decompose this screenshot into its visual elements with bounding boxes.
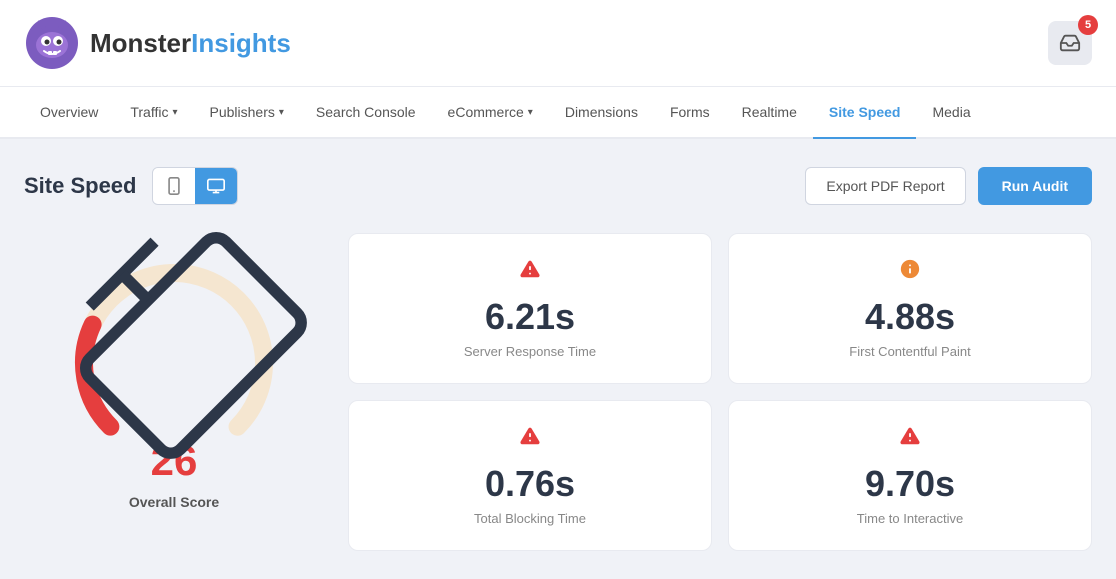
warning-icon [519,258,541,286]
info-icon [899,258,921,286]
nav-item-forms[interactable]: Forms [654,87,726,139]
nav-item-ecommerce[interactable]: eCommerce ▾ [432,87,549,139]
logo-area: MonsterInsights [24,15,291,71]
nav-item-search-console[interactable]: Search Console [300,87,432,139]
logo-monster: Monster [90,28,191,58]
metrics-grid: 6.21s Server Response Time 4.88s First C… [348,233,1092,551]
logo-icon [24,15,80,71]
header-actions: Export PDF Report Run Audit [805,167,1092,205]
chevron-down-icon: ▾ [528,107,533,118]
score-label: Overall Score [129,494,219,510]
nav-item-site-speed[interactable]: Site Speed [813,87,917,139]
nav-item-dimensions[interactable]: Dimensions [549,87,654,139]
total-blocking-time-label: Total Blocking Time [474,511,586,526]
page-title: Site Speed [24,173,136,199]
header-right: 5 [1048,21,1092,65]
server-response-time-value: 6.21s [485,296,575,338]
warning-icon [519,425,541,453]
notification-button[interactable]: 5 [1048,21,1092,65]
main-content: Site Speed [0,139,1116,579]
desktop-icon [207,178,225,194]
metric-card-server-response: 6.21s Server Response Time [348,233,712,384]
nav-item-realtime[interactable]: Realtime [726,87,813,139]
nav-item-media[interactable]: Media [916,87,986,139]
time-to-interactive-value: 9.70s [865,463,955,505]
content-area: 26 Overall Score 6.21s Server Response T… [24,233,1092,551]
total-blocking-time-value: 0.76s [485,463,575,505]
time-to-interactive-label: Time to Interactive [857,511,963,526]
nav-item-traffic[interactable]: Traffic ▾ [114,87,193,139]
export-pdf-button[interactable]: Export PDF Report [805,167,965,205]
monitor-icon [18,170,329,481]
metric-card-total-blocking-time: 0.76s Total Blocking Time [348,400,712,551]
notification-badge: 5 [1078,15,1098,35]
nav-item-publishers[interactable]: Publishers ▾ [194,87,300,139]
nav-item-overview[interactable]: Overview [24,87,114,139]
logo-insights: Insights [191,28,291,58]
chevron-down-icon: ▾ [172,107,177,118]
metric-card-time-to-interactive: 9.70s Time to Interactive [728,400,1092,551]
run-audit-button[interactable]: Run Audit [978,167,1092,205]
page-title-area: Site Speed [24,167,238,205]
header: MonsterInsights 5 [0,0,1116,87]
first-contentful-paint-value: 4.88s [865,296,955,338]
metric-card-first-contentful-paint: 4.88s First Contentful Paint [728,233,1092,384]
logo-text: MonsterInsights [90,28,291,59]
first-contentful-paint-label: First Contentful Paint [849,344,970,359]
score-circle: 26 Overall Score [64,253,284,473]
score-panel: 26 Overall Score [24,233,324,493]
chevron-down-icon: ▾ [279,107,284,118]
main-nav: Overview Traffic ▾ Publishers ▾ Search C… [0,87,1116,139]
inbox-icon [1059,32,1081,54]
warning-icon [899,425,921,453]
score-inner: 26 Overall Score [64,216,284,510]
server-response-time-label: Server Response Time [464,344,596,359]
